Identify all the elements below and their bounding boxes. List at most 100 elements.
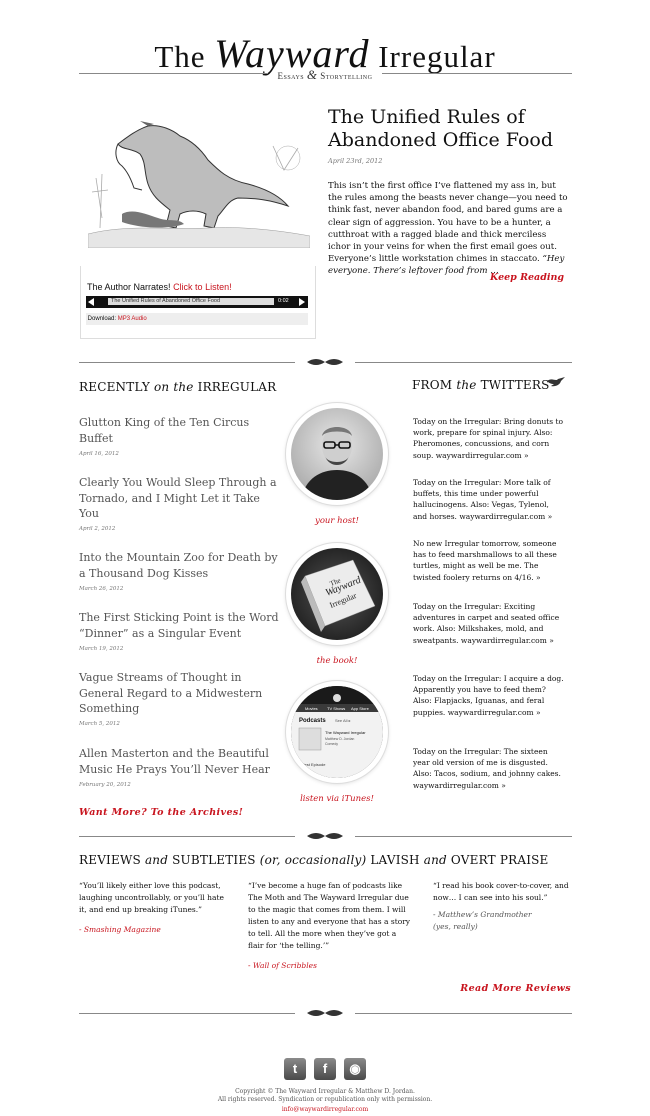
post-title[interactable]: Vague Streams of Thought in General Rega… (79, 670, 279, 717)
divider-left (79, 836, 295, 837)
dinosaur-illustration[interactable] (88, 118, 310, 248)
review-quote: “You’ll likely either love this podcast,… (79, 881, 224, 914)
post-date: March 26, 2012 (79, 586, 124, 592)
review-source[interactable]: - Wall of Scribbles (248, 960, 412, 972)
itunes-heading: Podcasts (299, 718, 326, 724)
archives-link[interactable]: Want More? To the Archives! (79, 807, 243, 818)
reviews-heading-3: SUBTLETIES (168, 853, 260, 867)
review-source-note: (yes, really) (433, 922, 478, 931)
review-item: “I’ve become a huge fan of podcasts like… (248, 880, 412, 972)
tagline-left: Essays (277, 71, 305, 81)
twitter-icon[interactable]: t (284, 1058, 306, 1080)
divider-right (355, 362, 572, 363)
itunes-photo[interactable]: Movies TV Shows App Store Podcasts See A… (286, 681, 388, 783)
keep-reading-link[interactable]: Keep Reading (490, 272, 564, 283)
divider-right (355, 1013, 572, 1014)
tagline-amp: & (306, 67, 318, 82)
twitter-heading-a: FROM (412, 378, 457, 392)
audio-title: The Author Narrates! Click to Listen! (87, 282, 232, 292)
audio-listen-link[interactable]: Click to Listen! (173, 282, 232, 292)
title-post: Irregular (369, 39, 496, 74)
post-date: February 20, 2012 (79, 782, 131, 788)
itunes-caption[interactable]: listen via iTunes! (277, 794, 397, 804)
feature-excerpt: This isn’t the first office I’ve flatten… (328, 180, 568, 278)
post-title[interactable]: Clearly You Would Sleep Through a Tornad… (79, 475, 279, 522)
post-date: April 16, 2012 (79, 451, 119, 457)
reviews-heading-4: (or, occasionally) (259, 853, 367, 867)
excerpt-text: This isn’t the first office I’ve flatten… (328, 181, 568, 265)
download-label: Download: (87, 316, 117, 322)
tweet[interactable]: No new Irregular tomorrow, someone has t… (413, 538, 565, 583)
post-title[interactable]: Allen Masterton and the Beautiful Music … (79, 746, 279, 777)
book-caption[interactable]: the book! (277, 656, 397, 666)
recent-heading: RECENTLY on the IRREGULAR (79, 380, 276, 394)
tweet[interactable]: Today on the Irregular: I acquire a dog.… (413, 673, 565, 718)
header-rule-right (382, 73, 572, 74)
post-date: April 2, 2012 (79, 526, 116, 532)
divider-right (355, 836, 572, 837)
itunes-show: The Wayward Irregular (325, 730, 366, 735)
itunes-see-all: See All ▸ (335, 718, 351, 723)
post-title[interactable]: The First Sticking Point is the Word “Di… (79, 610, 279, 641)
tweet[interactable]: Today on the Irregular: The sixteen year… (413, 746, 565, 791)
apple-icon (333, 694, 341, 702)
twitter-heading: FROM the TWITTERS (412, 378, 550, 392)
ornament-icon (307, 1010, 343, 1016)
itunes-tab-3: App Store (351, 706, 370, 711)
post-date: March 5, 2012 (79, 721, 120, 727)
recent-heading-b: on the (153, 380, 194, 394)
title-pre: The (154, 39, 215, 74)
rewind-icon[interactable] (88, 298, 94, 306)
review-source: - Matthew’s Grandmother (433, 910, 532, 919)
host-caption[interactable]: your host! (277, 516, 397, 526)
audio-player[interactable]: The Unified Rules of Abandoned Office Fo… (86, 296, 308, 308)
itunes-tab-1: Movies (305, 706, 318, 711)
itunes-tab-2: TV Shows (327, 706, 345, 711)
tweet[interactable]: Today on the Irregular: Exciting adventu… (413, 601, 565, 646)
book-photo[interactable]: The Wayward Irregular (286, 543, 388, 645)
play-icon[interactable] (299, 298, 305, 306)
twitter-heading-b: the (456, 378, 477, 392)
tagline: Essays & Storytelling (268, 67, 382, 83)
feature-title[interactable]: The Unified Rules of Abandoned Office Fo… (328, 106, 573, 152)
ornament-icon (307, 833, 343, 839)
review-item: “You’ll likely either love this podcast,… (79, 880, 227, 936)
review-quote: “I read his book cover-to-cover, and now… (433, 881, 569, 902)
recent-heading-a: RECENTLY (79, 380, 154, 394)
tweet[interactable]: Today on the Irregular: More talk of buf… (413, 477, 565, 522)
rss-icon[interactable]: ◉ (344, 1058, 366, 1080)
reviews-heading-2: and (144, 853, 169, 867)
feature-date: April 23rd, 2012 (328, 157, 383, 165)
audio-track-name: The Unified Rules of Abandoned Office Fo… (108, 298, 274, 305)
reviews-heading-6: and (423, 853, 447, 867)
copyright-line-2: All rights reserved. Syndication or repu… (217, 1095, 433, 1103)
audio-label: The Author Narrates! (87, 282, 171, 292)
reviews-heading-5: LAVISH (366, 853, 424, 867)
facebook-icon[interactable]: f (314, 1058, 336, 1080)
post-title[interactable]: Into the Mountain Zoo for Death by a Tho… (79, 550, 279, 581)
itunes-screen: Movies TV Shows App Store Podcasts See A… (291, 686, 383, 778)
book-cover: The Wayward Irregular (301, 559, 376, 632)
email-link[interactable]: info@waywardirregular.com (0, 1106, 650, 1113)
copyright: Copyright © The Wayward Irregular & Matt… (0, 1088, 650, 1103)
recent-heading-c: IRREGULAR (193, 380, 277, 394)
itunes-author: Matthew D. Jordan (325, 737, 354, 741)
review-source[interactable]: - Smashing Magazine (79, 924, 227, 936)
tweet[interactable]: Today on the Irregular: Bring donuts to … (413, 416, 565, 461)
host-photo[interactable] (286, 403, 388, 505)
review-item: “I read his book cover-to-cover, and now… (433, 880, 573, 933)
tagline-right: Storytelling (320, 71, 373, 81)
bird-icon (547, 377, 565, 387)
reviews-heading-7: OVERT PRAISE (446, 853, 549, 867)
itunes-cat: Comedy (325, 742, 338, 746)
post-title[interactable]: Glutton King of the Ten Circus Buffet (79, 415, 279, 446)
mp3-download-link[interactable]: MP3 Audio (118, 316, 147, 322)
audio-download: Download: MP3 Audio (86, 313, 308, 325)
read-more-reviews-link[interactable]: Read More Reviews (460, 983, 571, 994)
copyright-line-1: Copyright © The Wayward Irregular & Matt… (235, 1088, 415, 1095)
divider-left (79, 362, 295, 363)
host-portrait (301, 427, 373, 500)
reviews-heading-1: REVIEWS (79, 853, 145, 867)
twitter-heading-c: TWITTERS (476, 378, 550, 392)
header-rule-left (79, 73, 268, 74)
